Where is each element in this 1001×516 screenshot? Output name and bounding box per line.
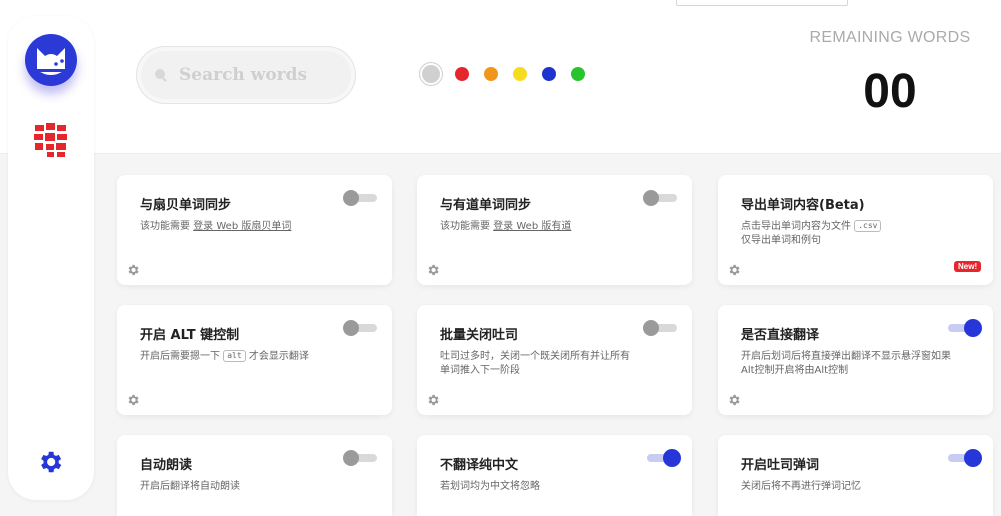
card-export-words[interactable]: 导出单词内容(Beta) 点击导出单词内容为文件 .csv 仅导出单词和例句 N… <box>718 175 993 285</box>
card-description: 开启后需要摁一下 alt 才会显示翻译 <box>140 350 309 362</box>
gear-icon[interactable] <box>727 392 741 406</box>
direct-translate-toggle[interactable] <box>944 319 982 337</box>
gear-icon[interactable] <box>426 262 440 276</box>
word-grid-icon[interactable] <box>34 123 68 157</box>
card-title: 与扇贝单词同步 <box>140 198 232 213</box>
card-title: 开启 ALT 键控制 <box>140 328 240 343</box>
card-youdao-sync: 与有道单词同步 该功能需要 登录 Web 版有道 <box>417 175 692 285</box>
card-batch-close-toast: 批量关闭吐司 吐司过多时，关闭一个既关闭所有并让所有单词推入下一阶段 <box>417 305 692 415</box>
card-title: 自动朗读 <box>140 458 193 473</box>
top-partial-element <box>676 0 848 6</box>
card-description: 该功能需要 登录 Web 版扇贝单词 <box>140 221 292 232</box>
remaining-words-label: REMAINING WORDS <box>809 29 971 46</box>
card-alt-control: 开启 ALT 键控制 开启后需要摁一下 alt 才会显示翻译 <box>117 305 392 415</box>
card-description: 若划词均为中文将忽略 <box>440 481 540 492</box>
gear-icon[interactable] <box>426 392 440 406</box>
card-title: 不翻译纯中文 <box>440 458 519 473</box>
card-description: 该功能需要 登录 Web 版有道 <box>440 221 572 232</box>
gear-icon[interactable] <box>727 262 741 276</box>
alt-control-toggle[interactable] <box>343 320 379 336</box>
card-description: 开启后翻译将自动朗读 <box>140 481 240 492</box>
color-filter-yellow[interactable] <box>513 67 527 81</box>
card-title: 与有道单词同步 <box>440 198 532 213</box>
batch-close-toast-toggle[interactable] <box>643 320 679 336</box>
card-direct-translate: 是否直接翻译 开启后划词后将直接弹出翻译不显示悬浮窗如果Alt控制开启将由Alt… <box>718 305 993 415</box>
card-title: 导出单词内容(Beta) <box>741 198 865 213</box>
color-filter-gray[interactable] <box>422 65 440 83</box>
color-filter-blue[interactable] <box>542 67 556 81</box>
skip-chinese-toggle[interactable] <box>643 449 681 467</box>
card-title: 开启吐司弹词 <box>741 458 820 473</box>
gear-icon[interactable] <box>126 392 140 406</box>
search-box[interactable] <box>136 46 356 104</box>
card-description: 点击导出单词内容为文件 .csv 仅导出单词和例句 <box>741 220 976 248</box>
search-icon <box>155 69 167 82</box>
color-filter-green[interactable] <box>571 67 585 81</box>
color-filter-orange[interactable] <box>484 67 498 81</box>
new-badge: New! <box>954 261 982 272</box>
card-skip-chinese: 不翻译纯中文 若划词均为中文将忽略 <box>417 435 692 516</box>
cat-avatar-icon[interactable] <box>25 34 77 86</box>
card-description: 关闭后将不再进行弹词记忆 <box>741 481 861 492</box>
color-filter-dots <box>422 65 600 83</box>
toast-popup-toggle[interactable] <box>944 449 982 467</box>
gear-icon[interactable] <box>126 262 140 276</box>
remaining-words-count: 00 <box>863 65 917 118</box>
card-title: 批量关闭吐司 <box>440 328 519 343</box>
search-input[interactable] <box>179 65 339 85</box>
sidebar <box>8 16 94 500</box>
color-filter-red[interactable] <box>455 67 469 81</box>
card-auto-read: 自动朗读 开启后翻译将自动朗读 <box>117 435 392 516</box>
card-description: 开启后划词后将直接弹出翻译不显示悬浮窗如果Alt控制开启将由Alt控制 <box>741 351 951 376</box>
card-title: 是否直接翻译 <box>741 328 820 343</box>
youdao-sync-toggle[interactable] <box>643 190 679 206</box>
auto-read-toggle[interactable] <box>343 450 379 466</box>
youdao-login-link[interactable]: 登录 Web 版有道 <box>493 221 571 232</box>
card-description: 吐司过多时，关闭一个既关闭所有并让所有单词推入下一阶段 <box>440 351 630 376</box>
gear-icon[interactable] <box>36 448 64 476</box>
shanbay-sync-toggle[interactable] <box>343 190 379 206</box>
card-toast-popup: 开启吐司弹词 关闭后将不再进行弹词记忆 <box>718 435 993 516</box>
shanbay-login-link[interactable]: 登录 Web 版扇贝单词 <box>193 221 291 232</box>
card-shanbay-sync: 与扇贝单词同步 该功能需要 登录 Web 版扇贝单词 <box>117 175 392 285</box>
